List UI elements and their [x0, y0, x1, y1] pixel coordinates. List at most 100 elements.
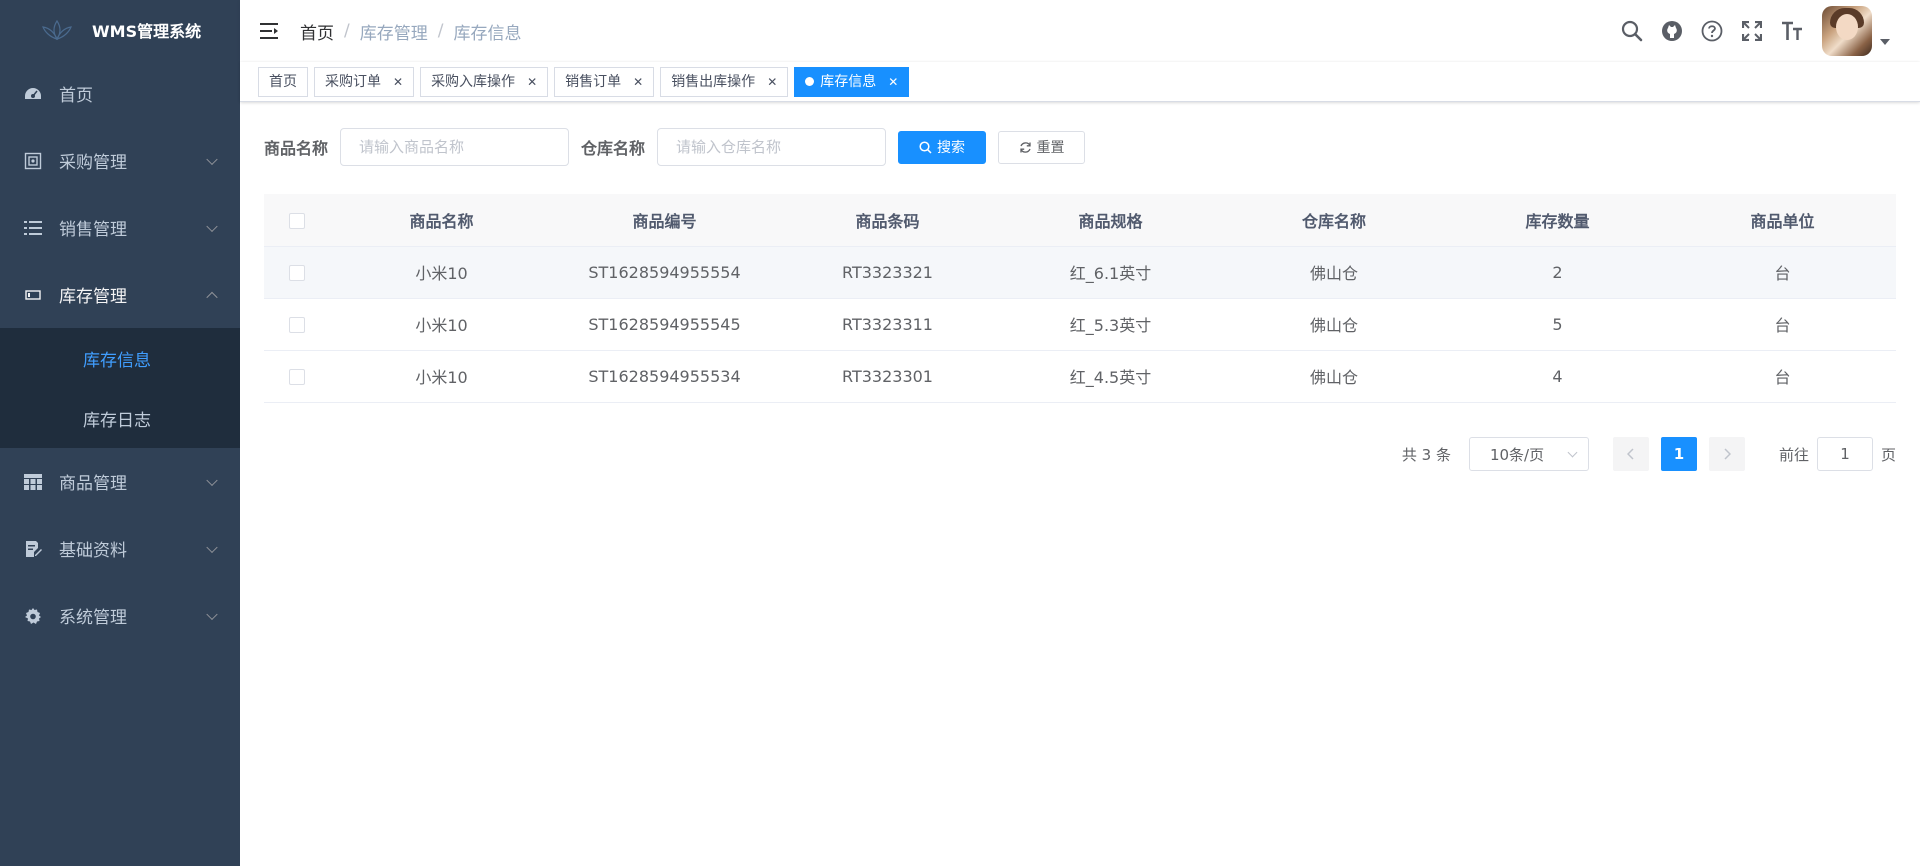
font-size-icon: [1782, 21, 1802, 40]
github-button[interactable]: [1652, 0, 1692, 62]
sidebar-item-label: 系统管理: [59, 608, 127, 628]
app-root: WMS管理系统 首页 采购管理 销售管理 库存管理 库存信息 库存日志 商品管理…: [0, 0, 1920, 866]
chevron-down-icon: [206, 474, 218, 486]
refresh-icon: [1019, 141, 1031, 153]
page-suffix: 页: [1880, 445, 1896, 464]
inventory-submenu: 库存信息 库存日志: [0, 328, 240, 448]
page-number-button[interactable]: 1: [1660, 437, 1697, 471]
tag-label: 销售订单: [565, 73, 622, 90]
warehouse-name-input[interactable]: [657, 128, 887, 166]
row-select-cell: [264, 350, 330, 403]
sidebar-item-basic-data[interactable]: 基础资料: [0, 515, 240, 582]
tags-view: 首页 采购订单 ✕ 采购入库操作 ✕ 销售订单 ✕ 销售出库操作 ✕ 库存信息 …: [240, 62, 1920, 102]
sidebar-item-inventory[interactable]: 库存管理: [0, 261, 240, 328]
font-size-button[interactable]: [1772, 0, 1812, 62]
close-icon[interactable]: ✕: [633, 68, 643, 96]
cell-warehouse: 佛山仓: [1222, 246, 1446, 299]
breadcrumb-inventory: 库存管理: [359, 23, 428, 44]
app-title: WMS管理系统: [92, 22, 202, 41]
column-header[interactable]: 商品单位: [1669, 194, 1896, 247]
column-header[interactable]: 仓库名称: [1222, 194, 1446, 247]
hamburger-toggle[interactable]: [240, 0, 300, 62]
cell-spec: 红_6.1英寸: [999, 246, 1222, 299]
tag-sales-order[interactable]: 销售订单 ✕: [554, 66, 655, 97]
cell-product-code: ST1628594955554: [553, 246, 776, 299]
cell-quantity: 4: [1446, 350, 1669, 403]
breadcrumb-home[interactable]: 首页: [300, 19, 334, 44]
tag-purchase-order[interactable]: 采购订单 ✕: [314, 66, 415, 97]
cell-quantity: 2: [1446, 246, 1669, 299]
inventory-icon: [22, 284, 44, 306]
cell-unit: 台: [1669, 246, 1896, 299]
next-page-button[interactable]: [1708, 437, 1745, 471]
column-header[interactable]: 商品编号: [553, 194, 776, 247]
caret-down-icon[interactable]: [1880, 39, 1890, 45]
tag-sales-outbound[interactable]: 销售出库操作 ✕: [660, 66, 789, 97]
table-row[interactable]: 小米10 ST1628594955545 RT3323311 红_5.3英寸 佛…: [264, 298, 1896, 351]
row-checkbox[interactable]: [289, 369, 305, 385]
cell-spec: 红_5.3英寸: [999, 298, 1222, 351]
sidebar-item-purchase[interactable]: 采购管理: [0, 127, 240, 194]
tag-inventory-info[interactable]: 库存信息 ✕: [794, 66, 910, 97]
chevron-right-icon: [1724, 448, 1731, 460]
sidebar-item-label: 首页: [59, 86, 93, 106]
row-checkbox[interactable]: [289, 317, 305, 333]
menu-fold-icon: [260, 23, 278, 39]
inventory-table: 商品名称 商品编号 商品条码 商品规格 仓库名称 库存数量 商品单位 小米10 …: [264, 194, 1896, 403]
help-button[interactable]: [1692, 0, 1732, 62]
cell-product-name: 小米10: [330, 298, 553, 351]
user-avatar[interactable]: [1822, 6, 1872, 56]
cell-product-name: 小米10: [330, 350, 553, 403]
page-jumper: 前往 页: [1779, 437, 1896, 471]
navbar: 首页 / 库存管理 / 库存信息: [240, 0, 1920, 62]
tag-purchase-inbound[interactable]: 采购入库操作 ✕: [420, 66, 549, 97]
page-size-select[interactable]: 10条/页: [1468, 437, 1589, 471]
breadcrumb-separator: /: [437, 21, 444, 41]
chevron-down-icon: [206, 220, 218, 232]
cell-warehouse: 佛山仓: [1222, 350, 1446, 403]
tag-home[interactable]: 首页: [258, 66, 308, 97]
logo[interactable]: WMS管理系统: [0, 0, 240, 60]
right-menu: [1612, 0, 1890, 62]
table-row[interactable]: 小米10 ST1628594955534 RT3323301 红_4.5英寸 佛…: [264, 350, 1896, 403]
column-header[interactable]: 商品规格: [999, 194, 1222, 247]
sidebar-item-label: 销售管理: [59, 220, 127, 240]
table-header-row: 商品名称 商品编号 商品条码 商品规格 仓库名称 库存数量 商品单位: [264, 194, 1896, 247]
cell-spec: 红_4.5英寸: [999, 350, 1222, 403]
sidebar-item-sales[interactable]: 销售管理: [0, 194, 240, 261]
header-search-button[interactable]: [1612, 0, 1652, 62]
goto-page-input[interactable]: [1816, 437, 1873, 471]
sidebar-subitem-inventory-info[interactable]: 库存信息: [0, 328, 240, 388]
cell-warehouse: 佛山仓: [1222, 298, 1446, 351]
sidebar-item-home[interactable]: 首页: [0, 60, 240, 127]
fullscreen-button[interactable]: [1732, 0, 1772, 62]
select-all-cell: [264, 194, 330, 247]
goto-label: 前往: [1778, 445, 1809, 464]
breadcrumb-separator: /: [344, 21, 350, 41]
row-checkbox[interactable]: [289, 265, 305, 281]
column-header[interactable]: 库存数量: [1446, 194, 1669, 247]
column-header[interactable]: 商品条码: [776, 194, 999, 247]
sidebar-item-products[interactable]: 商品管理: [0, 448, 240, 515]
table-row[interactable]: 小米10 ST1628594955554 RT3323321 红_6.1英寸 佛…: [264, 246, 1896, 299]
search-icon: [919, 140, 932, 154]
cell-barcode: RT3323311: [776, 298, 999, 351]
product-name-input[interactable]: [340, 128, 570, 166]
tag-label: 采购订单: [325, 73, 381, 90]
tag-label: 采购入库操作: [431, 73, 516, 90]
cell-unit: 台: [1669, 350, 1896, 403]
close-icon[interactable]: ✕: [767, 68, 777, 96]
search-button[interactable]: 搜索: [898, 130, 987, 164]
close-icon[interactable]: ✕: [888, 68, 898, 96]
sidebar-subitem-inventory-log[interactable]: 库存日志: [0, 388, 240, 448]
github-icon: [1662, 21, 1682, 41]
sidebar-item-system[interactable]: 系统管理: [0, 582, 240, 649]
close-icon[interactable]: ✕: [527, 68, 537, 96]
close-icon[interactable]: ✕: [393, 68, 403, 96]
prev-page-button[interactable]: [1612, 437, 1649, 471]
document-edit-icon: [22, 538, 44, 560]
reset-button[interactable]: 重置: [998, 130, 1086, 164]
warehouse-name-label: 仓库名称: [581, 139, 646, 158]
column-header[interactable]: 商品名称: [330, 194, 553, 247]
select-all-checkbox[interactable]: [289, 212, 305, 229]
